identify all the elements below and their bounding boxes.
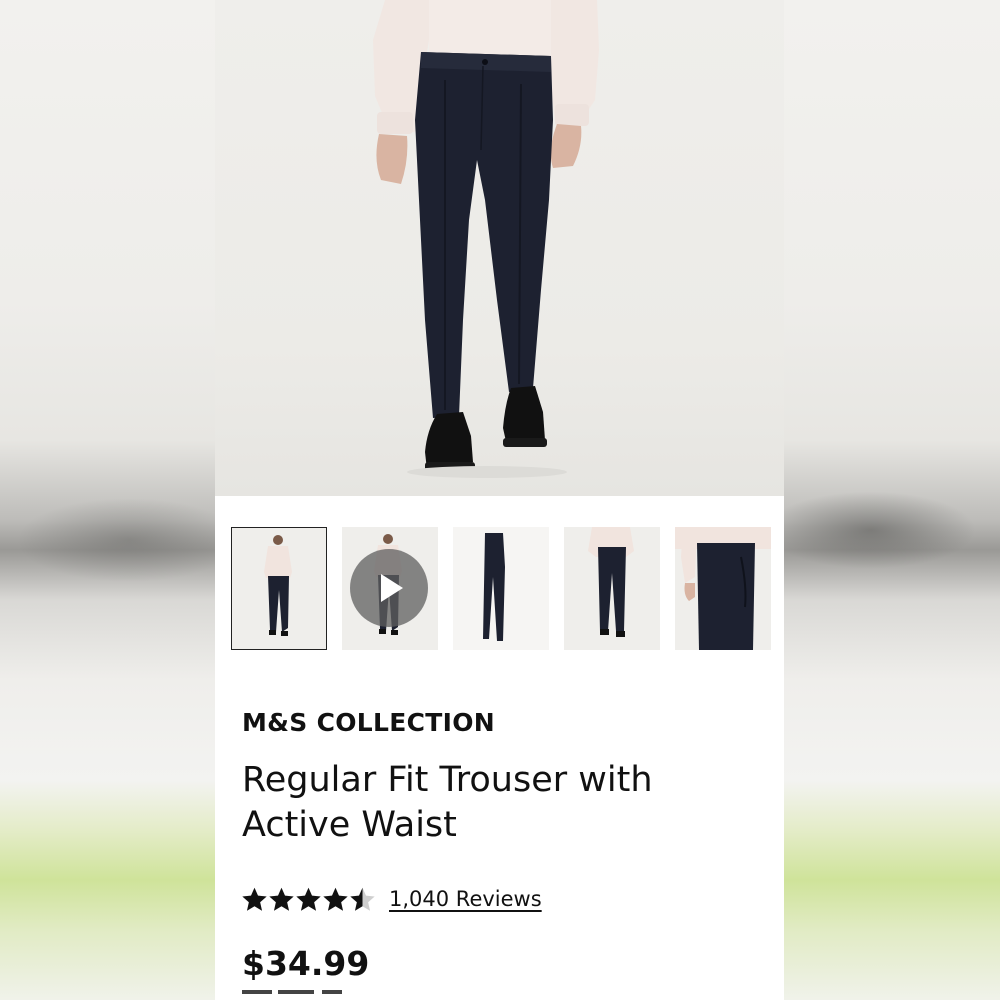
reviews-link[interactable]: 1,040 Reviews [389,887,542,911]
thumbnail-strip [231,527,771,650]
thumbnail-1-model-front[interactable] [231,527,327,650]
product-title: Regular Fit Trouser with Active Waist [242,760,653,845]
star-icon [242,887,267,911]
star-icon [350,887,375,911]
thumbnail-3-trouser-flat[interactable] [453,527,549,650]
thumbnail-2-video[interactable] [342,527,438,650]
thumbnail-4-model-lower[interactable] [564,527,660,650]
product-hero-image[interactable] [215,0,784,496]
thumbnail-5-pocket-detail[interactable] [675,527,771,650]
star-icon [296,887,321,911]
rating-stars [241,886,376,913]
price-subtext-cropped [242,988,362,1000]
play-icon[interactable] [350,549,428,627]
product-page: M&S COLLECTION Regular Fit Trouser with … [215,0,784,1000]
star-icon [269,887,294,911]
model-illustration [373,0,599,478]
product-brand[interactable]: M&S COLLECTION [242,708,495,737]
product-rating[interactable]: 1,040 Reviews [241,884,542,914]
star-icon [323,887,348,911]
product-price: $34.99 [242,944,370,983]
